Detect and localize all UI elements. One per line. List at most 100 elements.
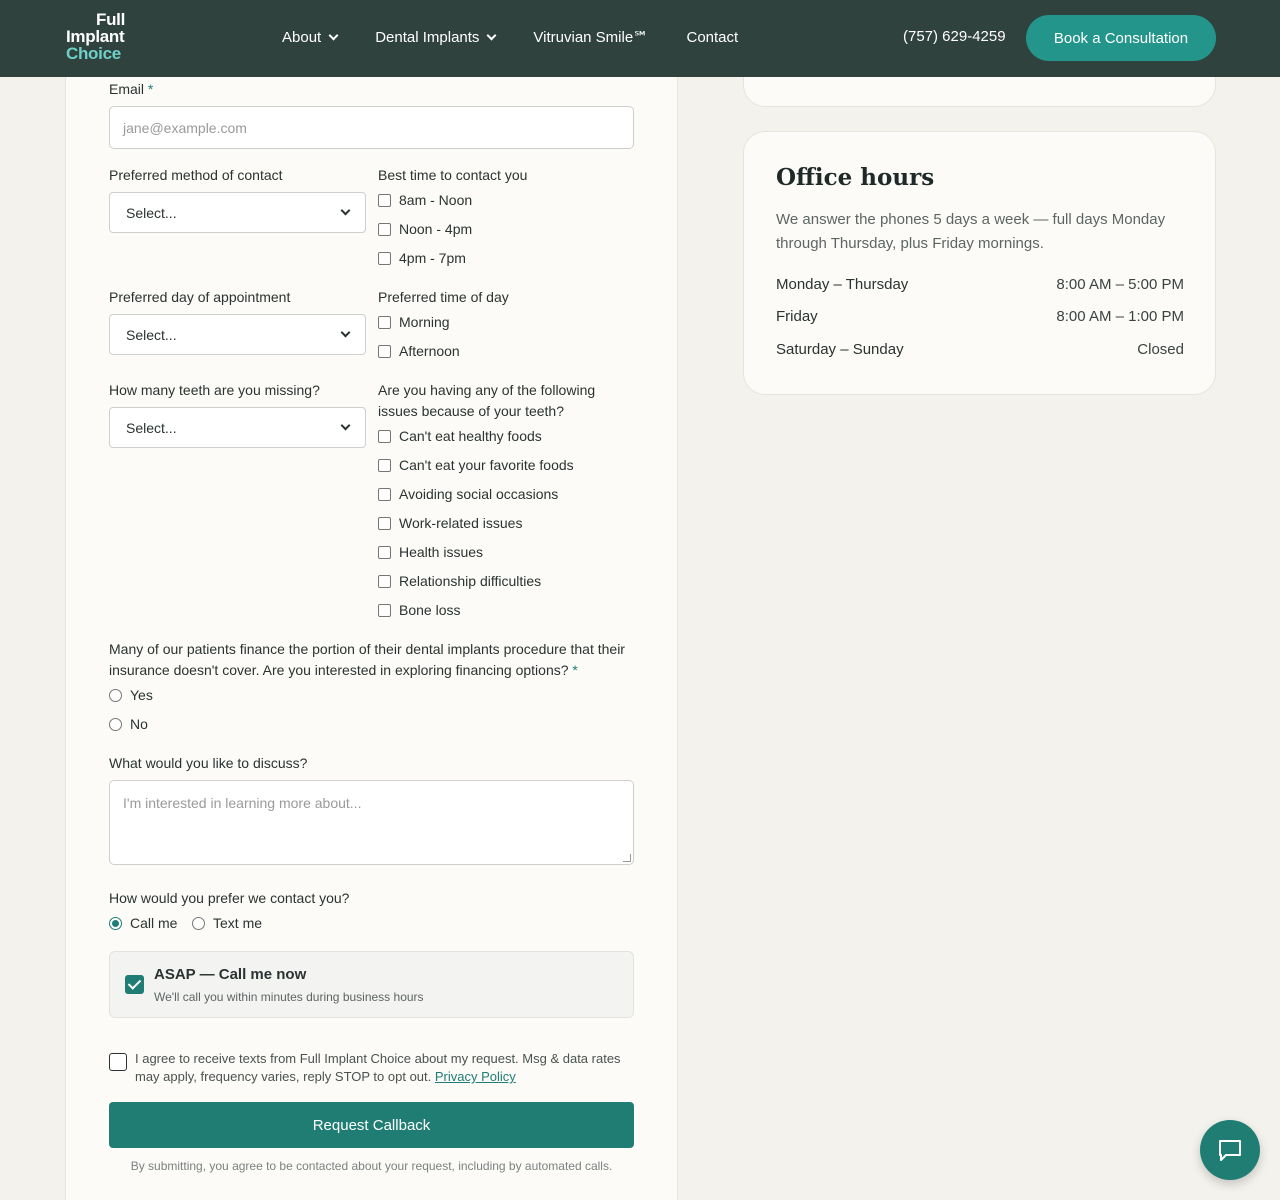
hours-time: 8:00 AM – 5:00 PM bbox=[1056, 276, 1184, 293]
option-label: 8am - Noon bbox=[399, 192, 473, 208]
asap-option-box[interactable]: ASAP — Call me now We'll call you within… bbox=[109, 951, 634, 1018]
request-callback-button[interactable]: Request Callback bbox=[109, 1102, 634, 1148]
teeth-missing-select[interactable]: Select... bbox=[109, 407, 366, 448]
logo-line-1: Full bbox=[96, 10, 126, 29]
radio[interactable] bbox=[109, 916, 122, 930]
nav-item-vitruvian-smile[interactable]: Vitruvian Smile℠ bbox=[533, 28, 648, 46]
phone-link[interactable]: (757) 629-4259 bbox=[903, 28, 1006, 45]
checkbox[interactable] bbox=[378, 487, 391, 501]
site-logo[interactable]: Full Implant Choice bbox=[66, 11, 125, 62]
checkbox[interactable] bbox=[378, 222, 391, 236]
chat-bubble-icon bbox=[1219, 1140, 1241, 1161]
discuss-label: What would you like to discuss? bbox=[109, 755, 308, 771]
prefer-contact-label: How would you prefer we contact you? bbox=[109, 890, 350, 906]
radio[interactable] bbox=[109, 717, 122, 731]
select-value: Select... bbox=[126, 326, 177, 343]
office-hours-card: Office hours We answer the phones 5 days… bbox=[743, 131, 1216, 395]
chevron-down-icon bbox=[328, 30, 339, 40]
issue-option[interactable]: Relationship difficulties bbox=[378, 573, 541, 589]
logo-line-3: Choice bbox=[66, 44, 121, 63]
email-label-text: Email bbox=[109, 81, 145, 97]
checkbox[interactable] bbox=[378, 315, 391, 329]
nav-item-dental-implants[interactable]: Dental Implants bbox=[375, 28, 497, 46]
email-placeholder: jane@example.com bbox=[123, 119, 247, 136]
nav-item-label: Vitruvian Smile℠ bbox=[533, 29, 649, 46]
checkbox[interactable] bbox=[378, 344, 391, 358]
contact-method-label: Preferred method of contact bbox=[109, 167, 283, 183]
consent-text: I agree to receive texts from Full Impla… bbox=[135, 1050, 635, 1086]
privacy-policy-link[interactable]: Privacy Policy bbox=[435, 1069, 516, 1084]
required-mark: * bbox=[572, 662, 578, 678]
checkbox[interactable] bbox=[378, 251, 391, 265]
chat-launcher-button[interactable] bbox=[1200, 1120, 1260, 1180]
resize-handle-icon[interactable] bbox=[623, 854, 631, 862]
issue-option[interactable]: Can't eat your favorite foods bbox=[378, 457, 574, 473]
nav-item-label: Dental Implants bbox=[375, 28, 480, 46]
option-label: Health issues bbox=[399, 544, 484, 560]
pref-time-option[interactable]: Morning bbox=[378, 314, 450, 330]
pref-day-label: Preferred day of appointment bbox=[109, 289, 291, 305]
consent-checkbox[interactable] bbox=[109, 1053, 127, 1071]
option-label: Afternoon bbox=[399, 343, 460, 359]
checkbox[interactable] bbox=[378, 193, 391, 207]
issue-option[interactable]: Work-related issues bbox=[378, 515, 522, 531]
pref-time-option[interactable]: Afternoon bbox=[378, 343, 460, 359]
pref-day-select[interactable]: Select... bbox=[109, 314, 366, 355]
asap-title: ASAP — Call me now bbox=[154, 966, 307, 983]
prefer-contact-text[interactable]: Text me bbox=[192, 915, 262, 931]
issues-label: Are you having any of the following issu… bbox=[378, 382, 596, 419]
hours-days: Saturday – Sunday bbox=[776, 341, 904, 358]
checkbox[interactable] bbox=[378, 429, 391, 443]
hours-days: Friday bbox=[776, 308, 818, 325]
financing-option-no[interactable]: No bbox=[109, 716, 148, 732]
select-value: Select... bbox=[126, 419, 177, 436]
best-time-option[interactable]: 8am - Noon bbox=[378, 192, 472, 208]
book-consultation-button[interactable]: Book a Consultation bbox=[1026, 15, 1216, 61]
best-time-option[interactable]: 4pm - 7pm bbox=[378, 250, 466, 266]
chevron-down-icon bbox=[340, 205, 351, 216]
radio[interactable] bbox=[192, 916, 205, 930]
option-label: Bone loss bbox=[399, 602, 461, 618]
option-label: No bbox=[130, 716, 148, 732]
best-time-label: Best time to contact you bbox=[378, 167, 528, 183]
option-label: Call me bbox=[130, 915, 178, 931]
contact-form-card: Email * jane@example.com Preferred metho… bbox=[65, 60, 678, 1200]
chevron-down-icon bbox=[340, 327, 351, 338]
checkbox[interactable] bbox=[378, 545, 391, 559]
financing-label: Many of our patients finance the portion… bbox=[109, 639, 634, 681]
office-hours-title: Office hours bbox=[776, 164, 935, 191]
nav-item-about[interactable]: About bbox=[282, 28, 339, 46]
option-label: Can't eat your favorite foods bbox=[399, 457, 574, 473]
asap-checkbox[interactable] bbox=[125, 975, 144, 994]
hours-row: Friday 8:00 AM – 1:00 PM bbox=[776, 308, 1184, 325]
required-mark: * bbox=[147, 81, 154, 97]
discuss-textarea[interactable]: I'm interested in learning more about... bbox=[109, 780, 634, 865]
chevron-down-icon bbox=[340, 420, 351, 431]
office-hours-intro: We answer the phones 5 days a week — ful… bbox=[776, 211, 1166, 252]
checkbox[interactable] bbox=[378, 603, 391, 617]
teeth-missing-label: How many teeth are you missing? bbox=[109, 382, 320, 398]
issue-option[interactable]: Bone loss bbox=[378, 602, 460, 618]
checkbox[interactable] bbox=[378, 574, 391, 588]
radio[interactable] bbox=[109, 688, 122, 702]
option-label: Can't eat healthy foods bbox=[399, 428, 542, 444]
issue-option[interactable]: Health issues bbox=[378, 544, 483, 560]
financing-option-yes[interactable]: Yes bbox=[109, 687, 153, 703]
contact-method-select[interactable]: Select... bbox=[109, 192, 366, 233]
hours-time: Closed bbox=[1137, 341, 1184, 358]
prefer-contact-call[interactable]: Call me bbox=[109, 915, 177, 931]
hours-row: Saturday – Sunday Closed bbox=[776, 341, 1184, 358]
chevron-down-icon bbox=[486, 30, 497, 40]
email-field[interactable]: jane@example.com bbox=[109, 106, 634, 149]
checkbox[interactable] bbox=[378, 516, 391, 530]
best-time-option[interactable]: Noon - 4pm bbox=[378, 221, 472, 237]
main-nav: About Dental Implants Vitruvian Smile℠ C… bbox=[282, 28, 776, 47]
issue-option[interactable]: Avoiding social occasions bbox=[378, 486, 558, 502]
email-label: Email * bbox=[109, 79, 153, 100]
issue-option[interactable]: Can't eat healthy foods bbox=[378, 428, 542, 444]
consent-text-body: I agree to receive texts from Full Impla… bbox=[135, 1051, 621, 1084]
nav-item-label: Contact bbox=[686, 28, 739, 46]
nav-item-contact[interactable]: Contact bbox=[686, 28, 738, 46]
checkbox[interactable] bbox=[378, 458, 391, 472]
hours-time: 8:00 AM – 1:00 PM bbox=[1056, 308, 1184, 325]
